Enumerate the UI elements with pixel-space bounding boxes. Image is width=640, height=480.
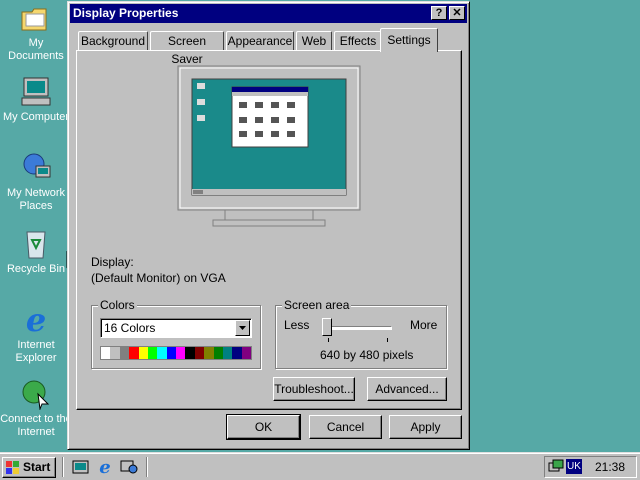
clock[interactable]: 21:38: [595, 460, 625, 474]
resolution-label: 640 by 480 pixels: [320, 348, 414, 362]
display-properties-window: Display Properties ? ✕ Background Screen…: [67, 1, 470, 450]
color-swatch: [222, 347, 233, 359]
desktop-icon-label: Recycle Bin: [6, 263, 66, 275]
ok-button[interactable]: OK: [226, 414, 301, 440]
more-label: More: [410, 318, 438, 332]
slider-tick: [387, 338, 388, 342]
color-swatch: [119, 347, 130, 359]
internet-explorer-icon: e: [26, 304, 46, 336]
color-swatch: [129, 347, 139, 359]
colors-select-value: 16 Colors: [104, 321, 156, 335]
desktop-icon-my-network-places[interactable]: My Network Places: [0, 152, 72, 213]
recycle-bin-icon: [26, 231, 46, 259]
taskbar: Start e UK 21:38: [0, 452, 640, 480]
slider-tick: [328, 338, 329, 342]
colors-select[interactable]: 16 Colors: [100, 318, 252, 338]
color-swatch: [138, 347, 148, 359]
screen-area-group-label: Screen area: [282, 298, 352, 312]
desktop-icon-connect-to-internet[interactable]: Connect to the Internet: [0, 378, 72, 439]
troubleshoot-button[interactable]: Troubleshoot...: [273, 377, 355, 401]
screen-area-slider-thumb[interactable]: [322, 318, 332, 336]
tab-web[interactable]: Web: [296, 31, 332, 51]
system-tray: UK 21:38: [544, 456, 637, 478]
taskbar-separator: [62, 457, 64, 477]
start-button[interactable]: Start: [2, 457, 56, 478]
color-swatch: [176, 347, 186, 359]
show-desktop-icon[interactable]: [72, 459, 90, 475]
folder-icon: [21, 8, 47, 31]
less-label: Less: [284, 318, 310, 332]
screen-area-slider-track[interactable]: [324, 326, 392, 330]
tab-appearance[interactable]: Appearance: [226, 31, 294, 51]
svg-text:e: e: [99, 458, 110, 476]
start-label: Start: [23, 460, 51, 474]
close-button[interactable]: ✕: [449, 6, 465, 20]
color-swatch: [110, 347, 120, 359]
desktop-icon-label: My Computer: [2, 111, 70, 123]
tab-effects[interactable]: Effects: [334, 31, 382, 51]
svg-text:e: e: [26, 304, 46, 336]
color-swatch: [185, 347, 195, 359]
desktop-icon-label: My Documents: [8, 37, 64, 62]
chevron-down-icon[interactable]: [235, 320, 250, 336]
window-title: Display Properties: [73, 6, 179, 20]
monitor-preview: [177, 65, 361, 227]
color-swatch: [232, 347, 242, 359]
computer-icon: [21, 77, 51, 106]
windows-logo-icon: [6, 461, 19, 474]
desktop-icon-label: Internet Explorer: [15, 339, 57, 364]
desktop-icon-label: My Network Places: [6, 187, 66, 212]
screen-area-group: Screen area Less More 640 by 480 pixels: [275, 298, 447, 369]
language-indicator[interactable]: UK: [566, 459, 582, 474]
taskbar-separator: [146, 457, 148, 477]
color-swatch: [157, 347, 167, 359]
color-palette-strip: [100, 346, 252, 360]
connect-wizard-icon: [22, 380, 50, 410]
colors-group-label: Colors: [98, 298, 137, 312]
desktop-icon-label: Connect to the Internet: [0, 413, 72, 438]
network-icon: [23, 153, 51, 178]
colors-group: Colors 16 Colors: [91, 298, 261, 369]
color-swatch: [204, 347, 214, 359]
tab-screen-saver[interactable]: Screen Saver: [150, 31, 224, 66]
display-label: Display:: [91, 255, 134, 269]
channels-quicklaunch-icon[interactable]: [120, 458, 138, 476]
advanced-button[interactable]: Advanced...: [367, 377, 447, 401]
tab-background[interactable]: Background: [78, 31, 148, 51]
settings-panel: Display: (Default Monitor) on VGA Colors…: [76, 50, 462, 410]
color-swatch: [194, 347, 205, 359]
network-tray-icon[interactable]: [548, 459, 564, 475]
title-bar[interactable]: Display Properties ? ✕: [70, 4, 467, 23]
help-button[interactable]: ?: [431, 6, 447, 20]
desktop-icon-recycle-bin[interactable]: Recycle Bin: [0, 228, 72, 276]
tab-settings[interactable]: Settings: [380, 28, 438, 52]
cancel-button[interactable]: Cancel: [309, 415, 382, 439]
apply-button[interactable]: Apply: [389, 415, 462, 439]
internet-explorer-quicklaunch-icon[interactable]: e: [96, 458, 114, 476]
desktop-icon-my-computer[interactable]: My Computer: [0, 76, 72, 124]
color-swatch: [213, 347, 223, 359]
color-swatch: [166, 347, 176, 359]
color-swatch: [101, 347, 111, 359]
display-value: (Default Monitor) on VGA: [91, 271, 226, 285]
desktop-icon-internet-explorer[interactable]: e Internet Explorer: [0, 304, 72, 365]
desktop-icon-my-documents[interactable]: My Documents: [0, 4, 72, 63]
color-swatch: [147, 347, 158, 359]
color-swatch: [241, 347, 251, 359]
